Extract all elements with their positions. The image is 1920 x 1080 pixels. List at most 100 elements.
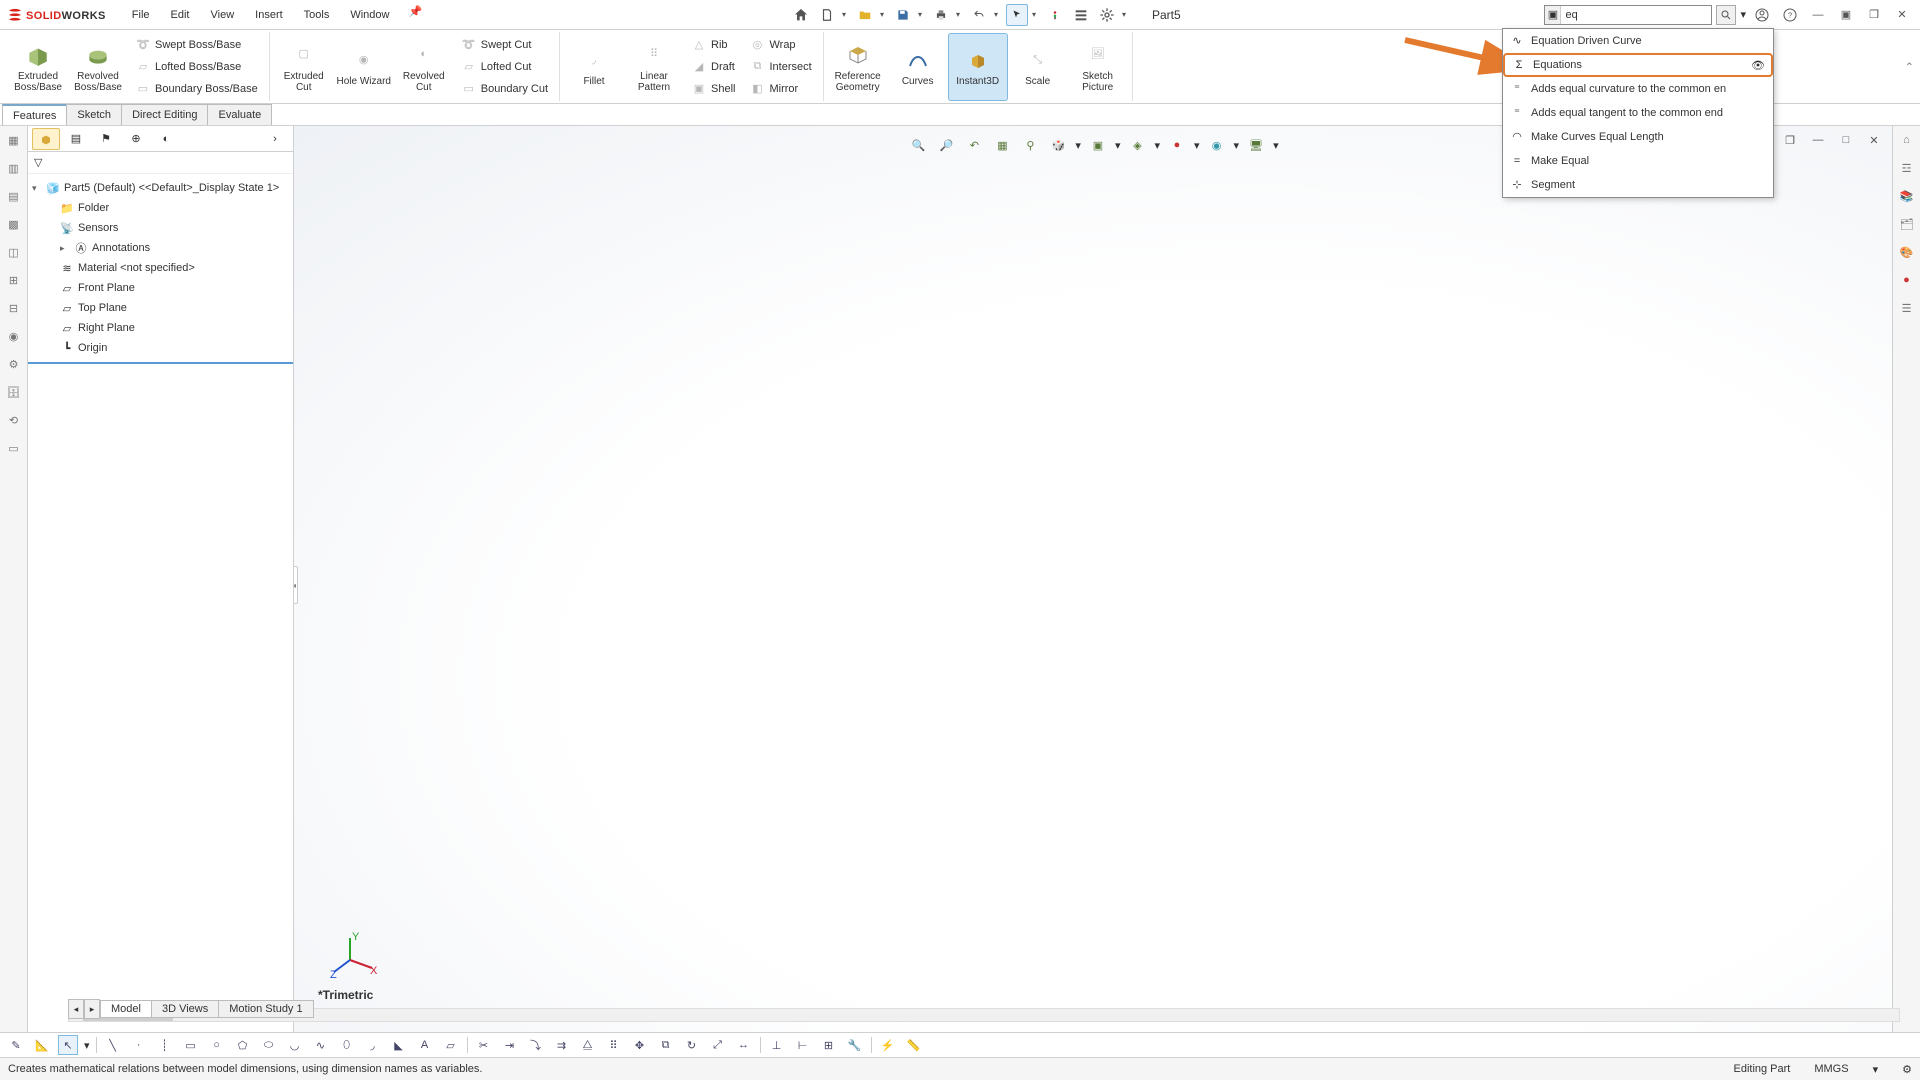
zoom-area-icon[interactable]: 🔎 <box>935 134 957 156</box>
extend-icon[interactable]: ⇥ <box>500 1035 520 1055</box>
suggest-equations[interactable]: Σ Equations 👁 <box>1503 53 1773 77</box>
minimize-icon[interactable]: — <box>1806 5 1830 25</box>
mold-icon[interactable]: ◫ <box>4 242 24 262</box>
dynamic-annotation-icon[interactable]: ⚲ <box>1019 134 1041 156</box>
layout-icon[interactable]: ▣ <box>1834 5 1858 25</box>
mdi-minimize-icon[interactable]: — <box>1806 130 1830 150</box>
fm-tab-property[interactable]: ▤ <box>62 128 90 150</box>
spline-icon[interactable]: ∿ <box>311 1035 331 1055</box>
save-icon[interactable] <box>892 4 914 26</box>
tab-evaluate[interactable]: Evaluate <box>207 104 272 125</box>
section-view-icon[interactable]: ▦ <box>991 134 1013 156</box>
move-icon[interactable]: ✥ <box>630 1035 650 1055</box>
fm-tab-dimxpert[interactable]: ⊕ <box>122 128 150 150</box>
table-icon[interactable]: ⊞ <box>4 270 24 290</box>
suggest-equation-driven-curve[interactable]: ∿ Equation Driven Curve <box>1503 29 1773 53</box>
tree-material[interactable]: ≋Material <not specified> <box>30 258 291 278</box>
dimxpert-icon[interactable]: ⊟ <box>4 298 24 318</box>
options-icon[interactable] <box>1070 4 1092 26</box>
splitter-handle[interactable]: ◂ <box>294 566 298 604</box>
suggest-equal-length[interactable]: ◠ Make Curves Equal Length <box>1503 125 1773 149</box>
assembly-icon[interactable]: ▦ <box>4 130 24 150</box>
status-custom-icon[interactable]: ⚙ <box>1902 1063 1912 1076</box>
tree-folder[interactable]: 📁Folder <box>30 198 291 218</box>
tree-annotations[interactable]: ▸ⒶAnnotations <box>30 238 291 258</box>
collapse-ribbon-icon[interactable]: ⌃ <box>1905 60 1914 73</box>
home-icon[interactable] <box>790 4 812 26</box>
tab-sketch[interactable]: Sketch <box>66 104 122 125</box>
expand-icon[interactable]: ▸ <box>60 243 70 254</box>
tree-right-plane[interactable]: ▱Right Plane <box>30 318 291 338</box>
tab-features[interactable]: Features <box>2 104 67 125</box>
search-input[interactable] <box>1561 9 1711 21</box>
fm-tab-display[interactable]: ◐ <box>152 128 180 150</box>
file-explorer-icon[interactable]: 🗂 <box>1897 214 1917 234</box>
sketch-icon[interactable]: ✎ <box>6 1035 26 1055</box>
select-icon[interactable]: ↖ <box>58 1035 78 1055</box>
graphics-viewport[interactable]: ◂ ▣ ❐ — □ ✕ 🔍 🔎 ↶ ▦ ⚲ 🎲 ▾ ▣▾ ◈▾ ●▾ ◉▾ 🖥▾… <box>294 126 1892 1044</box>
display-relation-icon[interactable]: ⊢ <box>793 1035 813 1055</box>
centerline-icon[interactable]: ┊ <box>155 1035 175 1055</box>
select-icon[interactable] <box>1006 4 1028 26</box>
toolbox-icon[interactable]: 🗄 <box>4 382 24 402</box>
text-icon[interactable]: A <box>415 1035 435 1055</box>
rectangle-icon[interactable]: ▭ <box>181 1035 201 1055</box>
open-icon[interactable] <box>854 4 876 26</box>
tree-root[interactable]: ▾🧊Part5 (Default) <<Default>_Display Sta… <box>30 178 291 198</box>
chamfer-icon[interactable]: ◣ <box>389 1035 409 1055</box>
render-icon[interactable]: ◉ <box>4 326 24 346</box>
point-icon[interactable]: · <box>129 1035 149 1055</box>
menu-file[interactable]: File <box>124 5 158 25</box>
help-icon[interactable]: ? <box>1778 5 1802 25</box>
collapse-icon[interactable]: ▾ <box>32 183 42 194</box>
convert-icon[interactable]: ⤵ <box>526 1035 546 1055</box>
rotate-icon[interactable]: ↻ <box>682 1035 702 1055</box>
instant3d-button[interactable]: Instant3D <box>948 33 1008 101</box>
arc-icon[interactable]: ◡ <box>285 1035 305 1055</box>
custom-props-icon[interactable]: ☰ <box>1897 298 1917 318</box>
status-units[interactable]: MMGS <box>1814 1063 1848 1075</box>
menu-insert[interactable]: Insert <box>247 5 291 25</box>
menu-tools[interactable]: Tools <box>296 5 338 25</box>
stretch-icon[interactable]: ↔ <box>734 1035 754 1055</box>
new-icon[interactable] <box>816 4 838 26</box>
display-style-icon[interactable]: ▣ <box>1087 134 1109 156</box>
pattern-sk-icon[interactable]: ⠿ <box>604 1035 624 1055</box>
slot-icon[interactable]: ⬭ <box>259 1035 279 1055</box>
menu-edit[interactable]: Edit <box>163 5 198 25</box>
eye-icon[interactable]: 👁 <box>1751 59 1765 72</box>
mdi-close-icon[interactable]: ✕ <box>1862 130 1886 150</box>
fm-tab-config[interactable]: ⚑ <box>92 128 120 150</box>
mdi-restore-icon[interactable]: ❐ <box>1778 130 1802 150</box>
tab-scroll-right[interactable]: ▸ <box>84 999 100 1019</box>
view-orientation-icon[interactable]: 🎲 <box>1047 134 1069 156</box>
menu-window[interactable]: Window <box>342 5 397 25</box>
suggest-make-equal[interactable]: = Make Equal <box>1503 149 1773 173</box>
extruded-boss-button[interactable]: Extruded Boss/Base <box>8 33 68 101</box>
tree-origin[interactable]: ┗Origin <box>30 338 291 358</box>
ellipse-icon[interactable]: ⬯ <box>337 1035 357 1055</box>
hscrollbar[interactable] <box>68 1008 1900 1022</box>
fm-tab-more[interactable]: › <box>261 128 289 150</box>
trim-icon[interactable]: ✂ <box>474 1035 494 1055</box>
view-palette-icon[interactable]: 🎨 <box>1897 242 1917 262</box>
mdi-maximize-icon[interactable]: □ <box>1834 130 1858 150</box>
tree-top-plane[interactable]: ▱Top Plane <box>30 298 291 318</box>
hide-show-icon[interactable]: ◈ <box>1126 134 1148 156</box>
tree-sensors[interactable]: 📡Sensors <box>30 218 291 238</box>
status-dropdown-icon[interactable]: ▾ <box>1873 1063 1879 1076</box>
tab-3dviews[interactable]: 3D Views <box>151 1000 219 1018</box>
copy-icon[interactable]: ⧉ <box>656 1035 676 1055</box>
resources-icon[interactable]: ☲ <box>1897 158 1917 178</box>
close-icon[interactable]: ✕ <box>1890 5 1914 25</box>
scale-sk-icon[interactable]: ⤢ <box>708 1035 728 1055</box>
print-icon[interactable] <box>930 4 952 26</box>
fm-filter[interactable]: ▽ <box>28 152 293 174</box>
line-icon[interactable]: ╲ <box>103 1035 123 1055</box>
suggest-equal-curvature[interactable]: ⁼ Adds equal curvature to the common en <box>1503 77 1773 101</box>
offset-icon[interactable]: ⇉ <box>552 1035 572 1055</box>
mirror-sk-icon[interactable]: ⧋ <box>578 1035 598 1055</box>
suggest-equal-tangent[interactable]: ⁼ Adds equal tangent to the common end <box>1503 101 1773 125</box>
settings-icon[interactable] <box>1096 4 1118 26</box>
rebuild-icon[interactable] <box>1044 4 1066 26</box>
